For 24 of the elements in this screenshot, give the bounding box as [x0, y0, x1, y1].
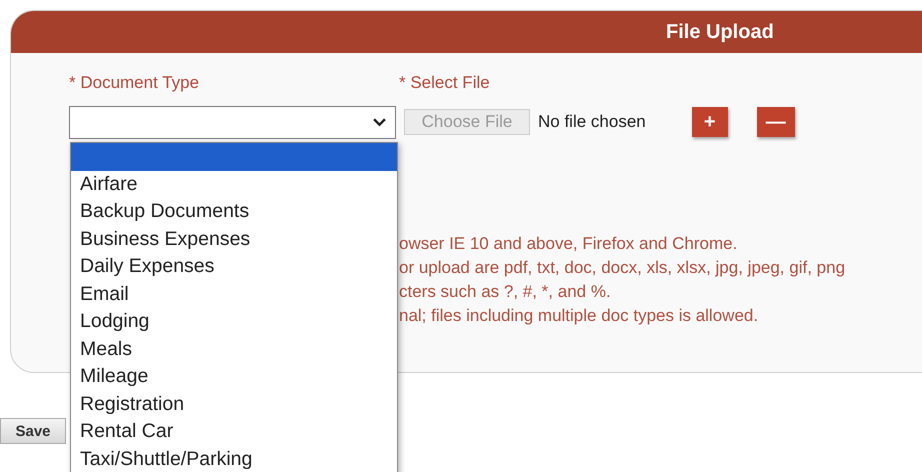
- dropdown-option[interactable]: Backup Documents: [71, 198, 397, 226]
- dropdown-option[interactable]: Lodging: [71, 308, 397, 336]
- field-label: * Select File: [399, 73, 490, 93]
- field-label: * Document Type: [69, 73, 200, 93]
- dropdown-option[interactable]: Mileage: [71, 363, 397, 390]
- note-text: owser IE 10 and above, Firefox and Chrome.: [399, 234, 738, 254]
- save-button[interactable]: Save: [0, 418, 66, 444]
- remove-button[interactable]: —: [756, 107, 795, 137]
- panel-title: File Upload: [666, 20, 774, 44]
- add-button[interactable]: +: [692, 107, 728, 137]
- dropdown-option[interactable]: Registration: [71, 390, 397, 418]
- dropdown-option[interactable]: Meals: [71, 336, 397, 363]
- dropdown-option[interactable]: Taxi/Shuttle/Parking: [71, 446, 397, 472]
- dropdown-option[interactable]: Rental Car: [71, 418, 397, 446]
- note-text: cters such as ?, #, *, and %.: [399, 282, 611, 302]
- dropdown-option[interactable]: Business Expenses: [71, 226, 397, 253]
- note-text: or upload are pdf, txt, doc, docx, xls, xlsx, jpg, jpeg, gif, png: [399, 258, 846, 278]
- note-text: nal; files including multiple doc types is allowed.: [399, 306, 758, 326]
- dropdown-option[interactable]: Airfare: [71, 170, 397, 198]
- chevron-icon: [373, 118, 386, 126]
- dropdown-option[interactable]: Email: [71, 280, 397, 308]
- document-type-select[interactable]: [69, 106, 396, 138]
- dropdown-option[interactable]: Daily Expenses: [71, 253, 397, 280]
- file-status: No file chosen: [538, 112, 646, 132]
